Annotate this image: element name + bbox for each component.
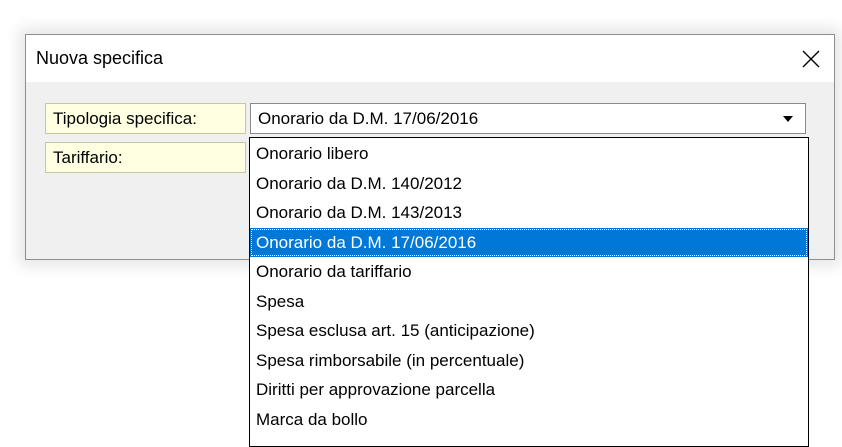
chevron-down-icon	[783, 115, 793, 122]
close-button[interactable]	[788, 35, 834, 82]
dropdown-option[interactable]: Spesa	[250, 287, 808, 317]
tariffario-label: Tariffario:	[45, 142, 246, 173]
dropdown-option[interactable]: Onorario libero	[250, 139, 808, 169]
close-icon	[802, 50, 820, 67]
dropdown-option[interactable]: Marca da bollo	[250, 405, 808, 435]
dropdown-option[interactable]: Onorario da D.M. 143/2013	[250, 198, 808, 228]
tipologia-dropdown-list[interactable]: Onorario libero Onorario da D.M. 140/2012…	[249, 137, 809, 447]
titlebar: Nuova specifica	[26, 35, 834, 82]
dropdown-option[interactable]: Spesa esclusa art. 15 (anticipazione)	[250, 316, 808, 346]
tipologia-select[interactable]: Onorario da D.M. 17/06/2016	[250, 103, 806, 134]
dropdown-option[interactable]: Onorario da D.M. 17/06/2016	[250, 227, 808, 257]
tipologia-label: Tipologia specifica:	[45, 103, 246, 134]
tipologia-value: Onorario da D.M. 17/06/2016	[258, 109, 479, 128]
dialog-title: Nuova specifica	[36, 48, 164, 68]
dropdown-option[interactable]: Diritti per approvazione parcella	[250, 375, 808, 405]
dropdown-option[interactable]: Onorario da D.M. 140/2012	[250, 169, 808, 199]
dropdown-option[interactable]: Spesa rimborsabile (in percentuale)	[250, 346, 808, 376]
dropdown-option[interactable]: Onorario da tariffario	[250, 257, 808, 287]
dropdown-arrow-button[interactable]	[771, 104, 805, 133]
